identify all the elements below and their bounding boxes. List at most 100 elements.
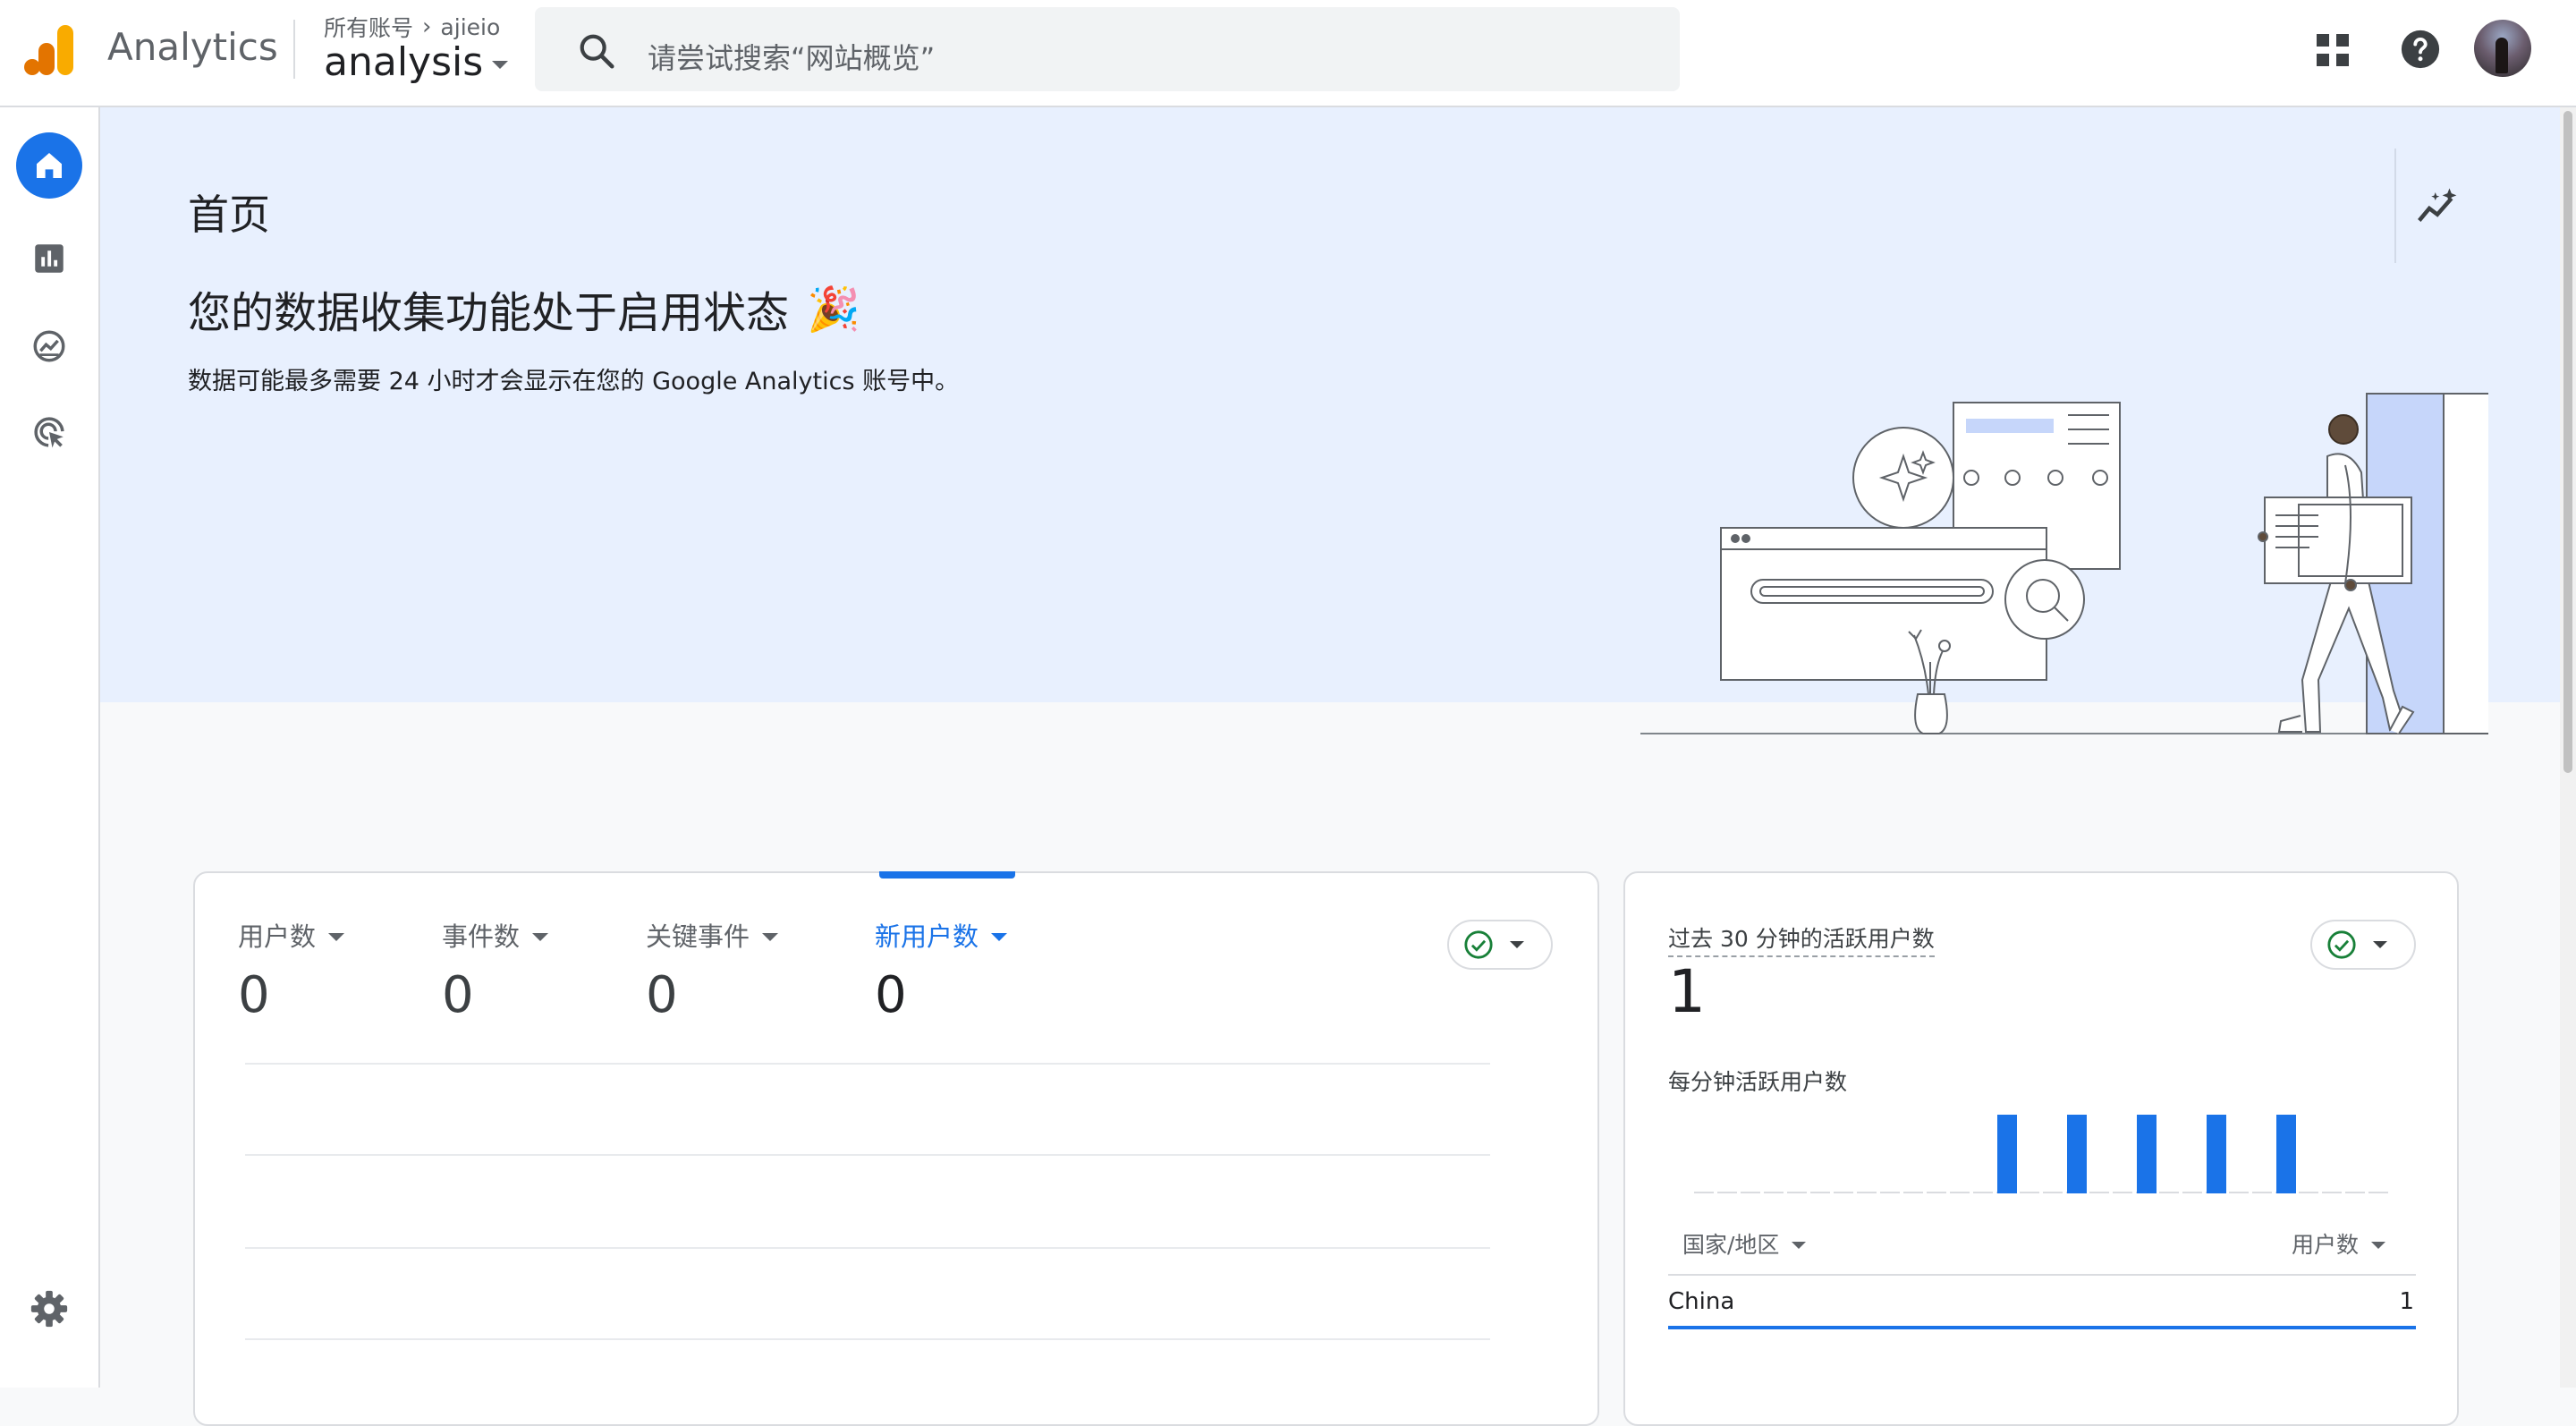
help-icon[interactable] (2400, 29, 2441, 70)
header-divider (293, 20, 295, 79)
breadcrumb[interactable]: 所有账号 › ajieio (324, 11, 500, 43)
page-title: 首页 (188, 191, 270, 239)
chart-gridline (245, 1338, 1490, 1340)
nav-explore[interactable] (16, 313, 82, 379)
realtime-title[interactable]: 过去 30 分钟的活跃用户数 (1668, 921, 1935, 957)
hero-heading: 您的数据收集功能处于启用状态 🎉 (188, 277, 860, 340)
gear-icon[interactable] (29, 1288, 70, 1329)
table-divider (1668, 1274, 2416, 1276)
metric-tab-new-users[interactable]: 新用户数 0 (875, 916, 1008, 1024)
chevron-right-icon: › (422, 13, 432, 40)
chart-baseline-segment (1973, 1192, 1993, 1193)
caret-down-icon (991, 932, 1008, 941)
chart-baseline-segment (2089, 1192, 2109, 1193)
chart-baseline-segment (2159, 1192, 2179, 1193)
chart-baseline-segment (2020, 1192, 2039, 1193)
chart-baseline-segment (1717, 1192, 1737, 1193)
chart-bar[interactable] (1997, 1115, 2017, 1193)
app-title[interactable]: Analytics (107, 25, 278, 69)
metric-label: 用户数 (238, 921, 317, 952)
chart-baseline-segment (2368, 1192, 2388, 1193)
chart-baseline-segment (1927, 1192, 1946, 1193)
chart-baseline-segment (1857, 1192, 1877, 1193)
caret-down-icon (762, 932, 779, 941)
chart-baseline-segment (1880, 1192, 1900, 1193)
realtime-subtitle: 每分钟活跃用户数 (1668, 1069, 1848, 1095)
metric-value: 0 (646, 966, 678, 1024)
metric-label: 关键事件 (646, 921, 750, 952)
search-bar[interactable]: 请尝试搜索“网站概览” (535, 7, 1680, 91)
chart-bar[interactable] (2276, 1115, 2296, 1193)
caret-down-icon (328, 932, 345, 941)
chart-baseline-segment (1694, 1192, 1714, 1193)
chart-baseline-segment (1741, 1192, 1760, 1193)
metric-value: 0 (238, 966, 270, 1024)
chart-baseline-segment (2113, 1192, 2132, 1193)
chart-baseline-segment (1950, 1192, 1970, 1193)
hero-heading-text: 您的数据收集功能处于启用状态 (188, 288, 790, 338)
metric-label: 新用户数 (875, 921, 979, 952)
chart-baseline-segment (2299, 1192, 2318, 1193)
nav-reports[interactable] (16, 225, 82, 292)
metric-tab-events[interactable]: 事件数 0 (442, 916, 549, 1024)
check-circle-icon (1464, 930, 1493, 959)
chart-baseline-segment (2043, 1192, 2063, 1193)
apps-grid-icon[interactable] (2315, 32, 2351, 68)
metric-tab-key-events[interactable]: 关键事件 0 (646, 916, 779, 1024)
insights-sparkline-icon[interactable] (2413, 184, 2462, 233)
chart-baseline-segment (1903, 1192, 1923, 1193)
top-app-bar: Analytics 所有账号 › ajieio analysis 请尝试搜索“网… (0, 0, 2576, 107)
page-scrollbar[interactable] (2560, 107, 2576, 1388)
side-navigation (0, 107, 100, 1388)
nav-home[interactable] (16, 132, 82, 199)
table-row-users: 1 (2399, 1288, 2414, 1315)
chart-gridline (245, 1154, 1490, 1156)
scrollbar-thumb[interactable] (2563, 111, 2572, 773)
metric-value: 0 (875, 966, 907, 1024)
caret-down-icon (1792, 1242, 1807, 1249)
insights-divider (2394, 149, 2396, 263)
breadcrumb-account[interactable]: ajieio (440, 14, 500, 40)
chart-bar[interactable] (2207, 1115, 2226, 1193)
breadcrumb-root[interactable]: 所有账号 (324, 11, 413, 43)
chart-bar[interactable] (2137, 1115, 2157, 1193)
analytics-logo-icon[interactable] (23, 21, 77, 77)
chart-baseline-segment (2182, 1192, 2202, 1193)
check-circle-icon (2327, 930, 2356, 959)
chart-baseline-segment (1787, 1192, 1807, 1193)
chart-baseline-segment (2345, 1192, 2365, 1193)
realtime-card: 过去 30 分钟的活跃用户数 1 每分钟活跃用户数 国家/地区 用户数 Chin… (1623, 871, 2459, 1426)
hero-banner: 首页 您的数据收集功能处于启用状态 🎉 数据可能最多需要 24 小时才会显示在您… (100, 107, 2560, 734)
per-minute-bar-chart (1694, 1115, 2388, 1193)
country-header-label: 国家/地区 (1682, 1232, 1780, 1258)
nav-advertising[interactable] (16, 399, 82, 465)
table-row-bar (1668, 1326, 2416, 1329)
caret-down-icon (2371, 1242, 2385, 1249)
chart-gridline (245, 1247, 1490, 1249)
hero-description: 数据可能最多需要 24 小时才会显示在您的 Google Analytics 账… (188, 368, 960, 395)
realtime-value: 1 (1668, 957, 1706, 1026)
target-cursor-icon (34, 417, 64, 448)
data-quality-button[interactable] (1447, 920, 1553, 970)
users-column-header[interactable]: 用户数 (2292, 1227, 2385, 1260)
property-selector[interactable]: analysis (324, 39, 509, 85)
home-icon (37, 153, 62, 178)
avatar[interactable] (2474, 20, 2531, 77)
metric-tab-users[interactable]: 用户数 0 (238, 916, 345, 1024)
property-name: analysis (324, 39, 484, 85)
chart-baseline-segment (1810, 1192, 1830, 1193)
metric-value: 0 (442, 966, 474, 1024)
caret-down-icon (532, 932, 549, 941)
table-row-country[interactable]: China (1668, 1288, 1734, 1315)
hero-illustration (1640, 393, 2488, 734)
country-column-header[interactable]: 国家/地区 (1682, 1227, 1807, 1260)
active-tab-indicator (879, 871, 1015, 879)
search-icon (580, 34, 614, 69)
party-popper-icon: 🎉 (807, 284, 860, 335)
metric-label: 事件数 (442, 921, 521, 952)
chart-baseline-segment (1764, 1192, 1784, 1193)
chart-bar[interactable] (2067, 1115, 2087, 1193)
chart-baseline-segment (2322, 1192, 2342, 1193)
realtime-status-button[interactable] (2310, 920, 2416, 970)
caret-down-icon (1510, 941, 1524, 948)
